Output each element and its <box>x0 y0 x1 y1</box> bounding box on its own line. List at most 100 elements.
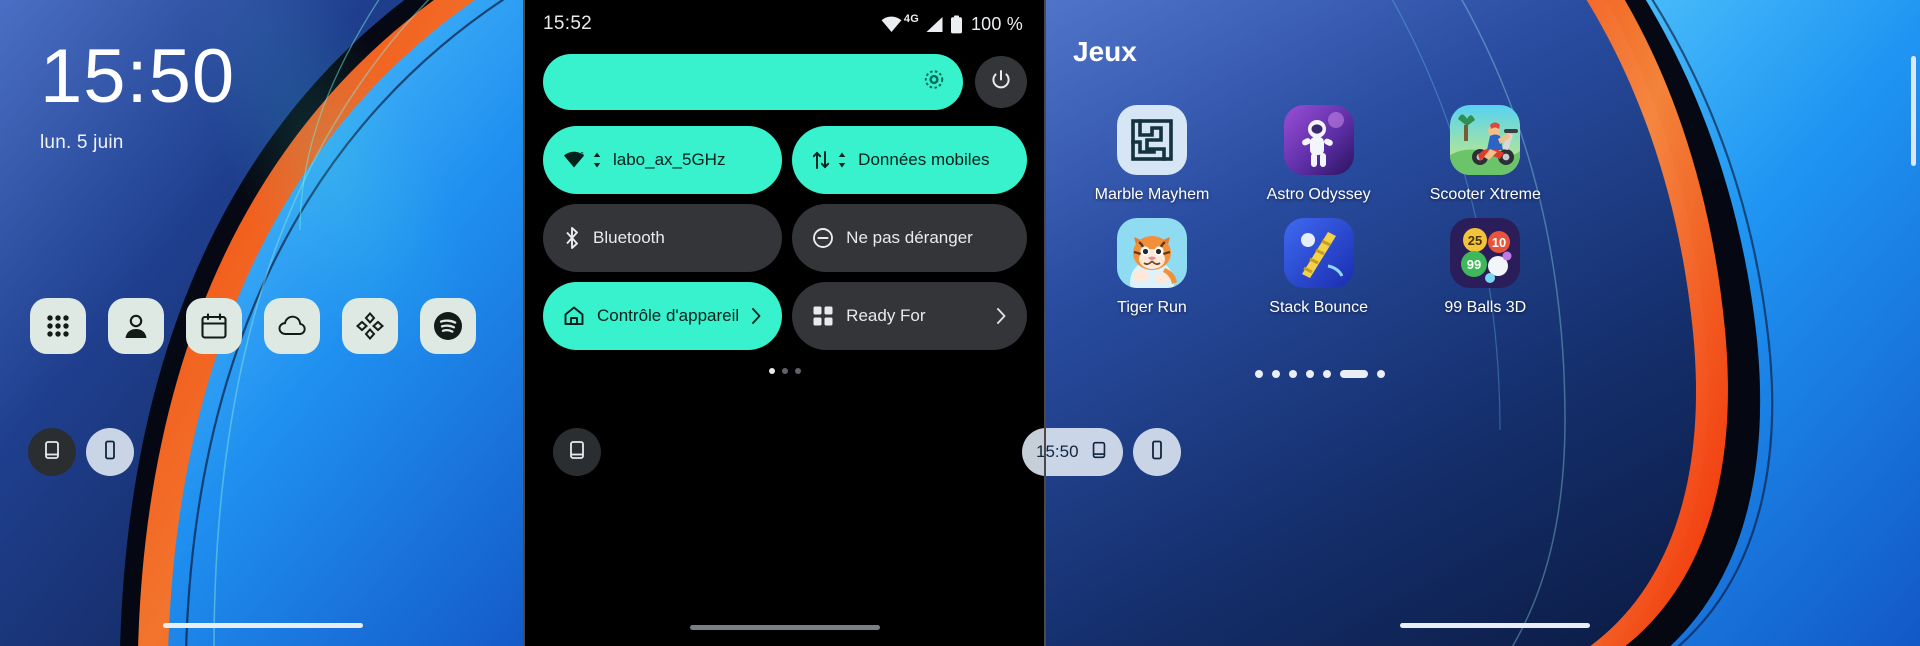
do-not-disturb-icon <box>812 227 834 249</box>
app-label: Scooter Xtreme <box>1429 186 1541 203</box>
spotify-icon <box>431 309 465 343</box>
navigation-bar-handle[interactable] <box>162 623 363 628</box>
quick-settings-page-dots[interactable] <box>525 350 1045 374</box>
taskbar-clock-label: 15:50 <box>1036 442 1079 461</box>
app-item-99-balls-3d[interactable]: 25 10 99 99 Balls 3D <box>1406 218 1564 317</box>
svg-text:6: 6 <box>580 152 584 159</box>
app-item-marble-mayhem[interactable]: Marble Mayhem <box>1073 105 1231 204</box>
page-dot <box>795 368 801 374</box>
app-label: Astro Odyssey <box>1266 186 1371 203</box>
taskbar-item-tablet[interactable] <box>1132 428 1181 476</box>
tile-ready-for[interactable]: Ready For <box>792 282 1027 350</box>
tile-wifi-label: labo_ax_5GHz <box>613 150 726 169</box>
dock-item-contacts[interactable] <box>108 298 164 354</box>
app-item-scooter-xtreme[interactable]: Scooter Xtreme <box>1406 105 1564 204</box>
wifi-activity-arrows <box>593 152 601 168</box>
taskbar-item-tablet[interactable] <box>86 428 134 476</box>
status-bar: 15:52 4G 100 % <box>525 0 1045 48</box>
page-dot <box>1272 370 1280 378</box>
home-page-dots[interactable] <box>1255 370 1385 378</box>
stack-icon <box>1283 218 1354 288</box>
games-folder-panel: Jeux Marble Mayhem Astro Odyssey Scooter… <box>1045 0 1920 646</box>
brightness-slider[interactable] <box>543 54 963 110</box>
quick-settings-tiles: 6 labo_ax_5GHz Données mobiles Bluetooth… <box>525 110 1045 350</box>
home-dock <box>30 298 476 354</box>
folder-title: Jeux <box>1073 36 1137 67</box>
tile-device-control-label: Contrôle d'appareil <box>597 306 740 325</box>
app-item-stack-bounce[interactable]: Stack Bounce <box>1240 218 1398 317</box>
tablet-device-icon <box>99 439 121 466</box>
navigation-bar-handle[interactable] <box>690 625 880 630</box>
app-label: 99 Balls 3D <box>1444 299 1527 316</box>
page-dot <box>1306 370 1314 378</box>
app-label: Stack Bounce <box>1269 299 1369 316</box>
wallpaper <box>1045 0 1920 646</box>
dock-item-weather[interactable] <box>264 298 320 354</box>
status-bar-time: 15:52 <box>543 13 593 34</box>
dock-item-calendar[interactable] <box>186 298 242 354</box>
three-panel-screenshot: 15:50 lun. 5 juin 15:52 4G 100 % 6 labo_… <box>0 0 1920 646</box>
app-label: Marble Mayhem <box>1094 186 1210 203</box>
panel-divider-2 <box>1044 0 1046 646</box>
home-control-icon <box>563 305 585 327</box>
svg-text:10: 10 <box>1492 235 1506 250</box>
tile-mobile-data-label: Données mobiles <box>858 150 990 169</box>
quick-settings-taskbar <box>553 428 601 476</box>
brightness-sun-icon <box>921 67 947 98</box>
page-dot <box>1377 370 1385 378</box>
tile-device-control[interactable]: Contrôle d'appareil <box>543 282 783 350</box>
ready-for-grid-icon <box>812 305 834 327</box>
phone-screen-icon <box>41 439 63 466</box>
wifi-6-icon <box>881 16 902 33</box>
chevron-right-icon <box>996 307 1007 325</box>
signal-bars-icon <box>925 16 944 33</box>
tile-wifi[interactable]: 6 labo_ax_5GHz <box>543 126 783 194</box>
dock-item-app-drawer[interactable] <box>30 298 86 354</box>
tile-bluetooth[interactable]: Bluetooth <box>543 204 783 272</box>
calendar-icon <box>199 311 229 341</box>
page-dot <box>1289 370 1297 378</box>
app-item-tiger-run[interactable]: Tiger Run <box>1073 218 1231 317</box>
dock-item-games[interactable] <box>342 298 398 354</box>
taskbar-clock-pill[interactable]: 15:50 <box>1022 428 1123 476</box>
tile-mobile-data[interactable]: Données mobiles <box>792 126 1027 194</box>
balls-icon: 25 10 99 <box>1450 218 1521 288</box>
app-item-astro-odyssey[interactable]: Astro Odyssey <box>1240 105 1398 204</box>
navigation-bar-handle[interactable] <box>1400 623 1590 628</box>
power-icon <box>989 68 1013 97</box>
taskbar-item-phone-screen[interactable] <box>28 428 76 476</box>
tile-bluetooth-label: Bluetooth <box>593 228 665 247</box>
phone-screen-icon <box>1089 440 1109 465</box>
battery-level-label: 100 % <box>970 13 1023 34</box>
tablet-device-icon <box>1146 439 1168 466</box>
clock-date: lun. 5 juin <box>40 132 124 153</box>
games-app-grid: Marble Mayhem Astro Odyssey Scooter Xtre… <box>1073 105 1573 317</box>
tile-do-not-disturb-label: Ne pas déranger <box>846 228 973 247</box>
tiger-icon <box>1117 218 1187 288</box>
scooter-icon <box>1450 105 1521 175</box>
taskbar-item-phone-screen[interactable] <box>553 428 601 476</box>
maze-icon <box>1117 105 1187 175</box>
chevron-right-icon <box>751 307 762 325</box>
brightness-row <box>525 48 1045 110</box>
app-label: Tiger Run <box>1117 299 1187 316</box>
power-button[interactable] <box>975 56 1027 108</box>
tile-do-not-disturb[interactable]: Ne pas déranger <box>792 204 1027 272</box>
page-dot <box>769 368 775 374</box>
folder-scrollbar[interactable] <box>1911 56 1916 166</box>
panel-divider-1 <box>523 0 525 646</box>
data-activity-arrows <box>838 152 846 168</box>
quick-settings-panel: 15:52 4G 100 % 6 labo_ax_5GHz Données mo… <box>525 0 1045 646</box>
status-bar-icons: 4G 100 % <box>881 13 1023 35</box>
svg-text:25: 25 <box>1468 233 1482 248</box>
dock-item-spotify[interactable] <box>420 298 476 354</box>
astronaut-icon <box>1283 105 1354 175</box>
lockscreen-taskbar <box>28 428 134 476</box>
lockscreen-panel: 15:50 lun. 5 juin <box>0 0 525 646</box>
wifi-icon: 6 <box>563 151 585 169</box>
page-dot <box>1323 370 1331 378</box>
clock-time: 15:50 <box>40 34 236 119</box>
lockscreen-clock-widget[interactable]: 15:50 lun. 5 juin <box>40 34 235 154</box>
weather-cloud-icon <box>276 311 308 341</box>
contacts-icon <box>120 310 152 342</box>
